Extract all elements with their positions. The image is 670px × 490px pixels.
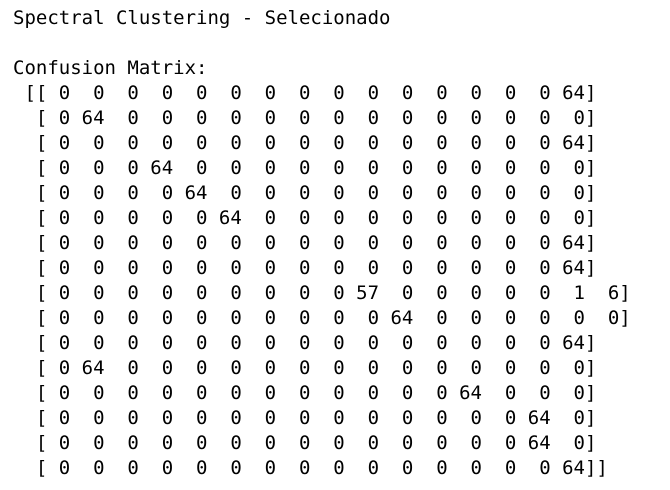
matrix-row: [ 0 0 0 64 0 0 0 0 0 0 0 0 0 0 0 0] xyxy=(13,157,597,179)
matrix-row: [ 0 64 0 0 0 0 0 0 0 0 0 0 0 0 0 0] xyxy=(13,107,597,129)
matrix-row: [ 0 0 0 0 0 64 0 0 0 0 0 0 0 0 0 0] xyxy=(13,207,597,229)
matrix-row: [[ 0 0 0 0 0 0 0 0 0 0 0 0 0 0 0 64] xyxy=(13,82,597,104)
matrix-row: [ 0 0 0 0 0 0 0 0 0 0 0 0 0 0 0 64] xyxy=(13,332,597,354)
matrix-row: [ 0 0 0 0 0 0 0 0 0 0 0 0 0 0 64 0] xyxy=(13,432,597,454)
matrix-row: [ 0 0 0 0 64 0 0 0 0 0 0 0 0 0 0 0] xyxy=(13,182,597,204)
matrix-row: [ 0 0 0 0 0 0 0 0 0 0 64 0 0 0 0 0 0] xyxy=(13,307,631,329)
matrix-row: [ 0 0 0 0 0 0 0 0 0 0 0 0 64 0 0 0] xyxy=(13,382,597,404)
matrix-row: [ 0 0 0 0 0 0 0 0 0 0 0 0 0 0 64 0] xyxy=(13,407,597,429)
matrix-row: [ 0 0 0 0 0 0 0 0 0 0 0 0 0 0 0 64] xyxy=(13,257,597,279)
matrix-row: [ 0 0 0 0 0 0 0 0 0 57 0 0 0 0 0 1 6] xyxy=(13,282,631,304)
console-output: Spectral Clustering - Selecionado Confus… xyxy=(0,0,670,490)
matrix-row: [ 0 64 0 0 0 0 0 0 0 0 0 0 0 0 0 0] xyxy=(13,357,597,379)
matrix-row: [ 0 0 0 0 0 0 0 0 0 0 0 0 0 0 0 64] xyxy=(13,132,597,154)
matrix-row: [ 0 0 0 0 0 0 0 0 0 0 0 0 0 0 0 64] xyxy=(13,232,597,254)
output-title: Spectral Clustering - Selecionado xyxy=(13,7,391,29)
matrix-row: [ 0 0 0 0 0 0 0 0 0 0 0 0 0 0 0 64]] xyxy=(13,457,608,479)
confusion-matrix-label: Confusion Matrix: xyxy=(13,57,208,79)
confusion-matrix: [[ 0 0 0 0 0 0 0 0 0 0 0 0 0 0 0 64] [ 0… xyxy=(13,81,670,481)
